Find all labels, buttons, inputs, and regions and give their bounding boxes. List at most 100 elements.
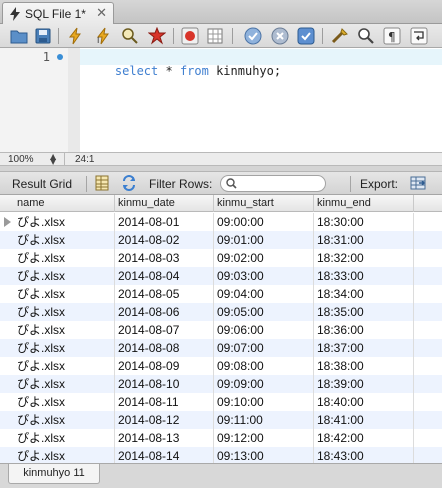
cell-kinmu-start[interactable]: 09:08:00 [214,357,314,375]
cell-kinmu-end[interactable]: 18:35:00 [314,303,414,321]
toggle-error-stop-icon[interactable] [181,27,199,45]
cell-name[interactable]: ぴよ.xlsx [14,249,115,267]
open-folder-icon[interactable] [10,27,28,45]
cell-kinmu-end[interactable]: 18:42:00 [314,429,414,447]
cell-kinmu-start[interactable]: 09:11:00 [214,411,314,429]
table-row[interactable]: ぴよ.xlsx 2014-08-11 09:10:00 18:40:00 [0,393,442,411]
cell-name[interactable]: ぴよ.xlsx [14,411,115,429]
find-icon[interactable] [357,27,375,45]
cell-kinmu-start[interactable]: 09:02:00 [214,249,314,267]
cell-kinmu-date[interactable]: 2014-08-07 [115,321,214,339]
cell-kinmu-end[interactable]: 18:32:00 [314,249,414,267]
code-line[interactable]: select * from kinmuhyo; [86,50,281,92]
column-header-name[interactable]: name [14,195,115,212]
cell-kinmu-date[interactable]: 2014-08-03 [115,249,214,267]
export-icon[interactable] [410,175,426,191]
sql-editor[interactable]: 1 select * from kinmuhyo; [0,48,442,152]
cell-kinmu-start[interactable]: 09:01:00 [214,231,314,249]
cell-kinmu-end[interactable]: 18:31:00 [314,231,414,249]
cell-kinmu-date[interactable]: 2014-08-05 [115,285,214,303]
cell-kinmu-date[interactable]: 2014-08-09 [115,357,214,375]
rollback-icon[interactable] [271,27,289,45]
cell-name[interactable]: ぴよ.xlsx [14,357,115,375]
cell-kinmu-end[interactable]: 18:30:00 [314,213,414,231]
cell-kinmu-date[interactable]: 2014-08-04 [115,267,214,285]
table-row[interactable]: ぴよ.xlsx 2014-08-10 09:09:00 18:39:00 [0,375,442,393]
cell-kinmu-start[interactable]: 09:10:00 [214,393,314,411]
column-header-kinmu-start[interactable]: kinmu_start [214,195,314,212]
toggle-limit-icon[interactable] [206,27,224,45]
cell-kinmu-end[interactable]: 18:40:00 [314,393,414,411]
wrap-icon[interactable] [410,27,428,45]
execute-current-icon[interactable]: I [94,27,112,45]
result-tab-kinmuhyo[interactable]: kinmuhyo 11 [8,464,100,484]
cell-name[interactable]: ぴよ.xlsx [14,447,115,463]
column-header-kinmu-end[interactable]: kinmu_end [314,195,414,212]
cell-kinmu-end[interactable]: 18:37:00 [314,339,414,357]
cell-kinmu-end[interactable]: 18:41:00 [314,411,414,429]
cell-kinmu-start[interactable]: 09:00:00 [214,213,314,231]
cell-kinmu-end[interactable]: 18:34:00 [314,285,414,303]
cell-name[interactable]: ぴよ.xlsx [14,429,115,447]
cell-name[interactable]: ぴよ.xlsx [14,303,115,321]
table-row[interactable]: ぴよ.xlsx 2014-08-03 09:02:00 18:32:00 [0,249,442,267]
cell-name[interactable]: ぴよ.xlsx [14,393,115,411]
column-header-kinmu-date[interactable]: kinmu_date [115,195,214,212]
cell-kinmu-date[interactable]: 2014-08-02 [115,231,214,249]
result-grid-label[interactable]: Result Grid [12,177,72,191]
cell-kinmu-date[interactable]: 2014-08-14 [115,447,214,463]
cell-name[interactable]: ぴよ.xlsx [14,339,115,357]
table-row[interactable]: ぴよ.xlsx 2014-08-12 09:11:00 18:41:00 [0,411,442,429]
cell-kinmu-end[interactable]: 18:38:00 [314,357,414,375]
cell-kinmu-start[interactable]: 09:04:00 [214,285,314,303]
table-row[interactable]: ぴよ.xlsx 2014-08-04 09:03:00 18:33:00 [0,267,442,285]
cell-kinmu-date[interactable]: 2014-08-06 [115,303,214,321]
invisible-chars-icon[interactable]: ¶ [383,27,401,45]
cell-name[interactable]: ぴよ.xlsx [14,321,115,339]
table-row[interactable]: ぴよ.xlsx 2014-08-14 09:13:00 18:43:00 [0,447,442,463]
cell-kinmu-end[interactable]: 18:33:00 [314,267,414,285]
execute-icon[interactable] [66,27,84,45]
cell-kinmu-date[interactable]: 2014-08-12 [115,411,214,429]
cell-kinmu-start[interactable]: 09:12:00 [214,429,314,447]
cell-kinmu-end[interactable]: 18:36:00 [314,321,414,339]
table-row[interactable]: ぴよ.xlsx 2014-08-07 09:06:00 18:36:00 [0,321,442,339]
stop-icon[interactable] [148,27,166,45]
cell-name[interactable]: ぴよ.xlsx [14,213,115,231]
cell-kinmu-end[interactable]: 18:43:00 [314,447,414,463]
close-icon[interactable]: ✕ [96,6,107,21]
cell-kinmu-date[interactable]: 2014-08-08 [115,339,214,357]
autocommit-icon[interactable] [297,27,315,45]
cell-name[interactable]: ぴよ.xlsx [14,267,115,285]
commit-icon[interactable] [244,27,262,45]
table-row[interactable]: ぴよ.xlsx 2014-08-13 09:12:00 18:42:00 [0,429,442,447]
grid-view-icon[interactable] [94,175,110,191]
cell-kinmu-start[interactable]: 09:06:00 [214,321,314,339]
table-row[interactable]: ぴよ.xlsx 2014-08-05 09:04:00 18:34:00 [0,285,442,303]
cell-kinmu-start[interactable]: 09:03:00 [214,267,314,285]
table-row[interactable]: ぴよ.xlsx 2014-08-01 09:00:00 18:30:00 [0,213,442,231]
cell-kinmu-start[interactable]: 09:07:00 [214,339,314,357]
cell-name[interactable]: ぴよ.xlsx [14,285,115,303]
sql-file-tab[interactable]: SQL File 1* ✕ [2,2,114,24]
table-row[interactable]: ぴよ.xlsx 2014-08-06 09:05:00 18:35:00 [0,303,442,321]
table-row[interactable]: ぴよ.xlsx 2014-08-02 09:01:00 18:31:00 [0,231,442,249]
cell-kinmu-date[interactable]: 2014-08-10 [115,375,214,393]
cell-kinmu-start[interactable]: 09:09:00 [214,375,314,393]
cell-kinmu-date[interactable]: 2014-08-01 [115,213,214,231]
result-grid[interactable]: name kinmu_date kinmu_start kinmu_end ぴよ… [0,195,442,463]
cell-kinmu-date[interactable]: 2014-08-13 [115,429,214,447]
cell-kinmu-end[interactable]: 18:39:00 [314,375,414,393]
cell-kinmu-start[interactable]: 09:13:00 [214,447,314,463]
save-icon[interactable] [34,27,52,45]
cell-name[interactable]: ぴよ.xlsx [14,375,115,393]
table-row[interactable]: ぴよ.xlsx 2014-08-09 09:08:00 18:38:00 [0,357,442,375]
explain-icon[interactable] [121,27,139,45]
refresh-icon[interactable] [121,175,137,191]
zoom-stepper[interactable]: ▲ ▼ [50,153,56,166]
table-row[interactable]: ぴよ.xlsx 2014-08-08 09:07:00 18:37:00 [0,339,442,357]
cell-kinmu-start[interactable]: 09:05:00 [214,303,314,321]
cell-kinmu-date[interactable]: 2014-08-11 [115,393,214,411]
beautify-icon[interactable] [331,27,349,45]
cell-name[interactable]: ぴよ.xlsx [14,231,115,249]
